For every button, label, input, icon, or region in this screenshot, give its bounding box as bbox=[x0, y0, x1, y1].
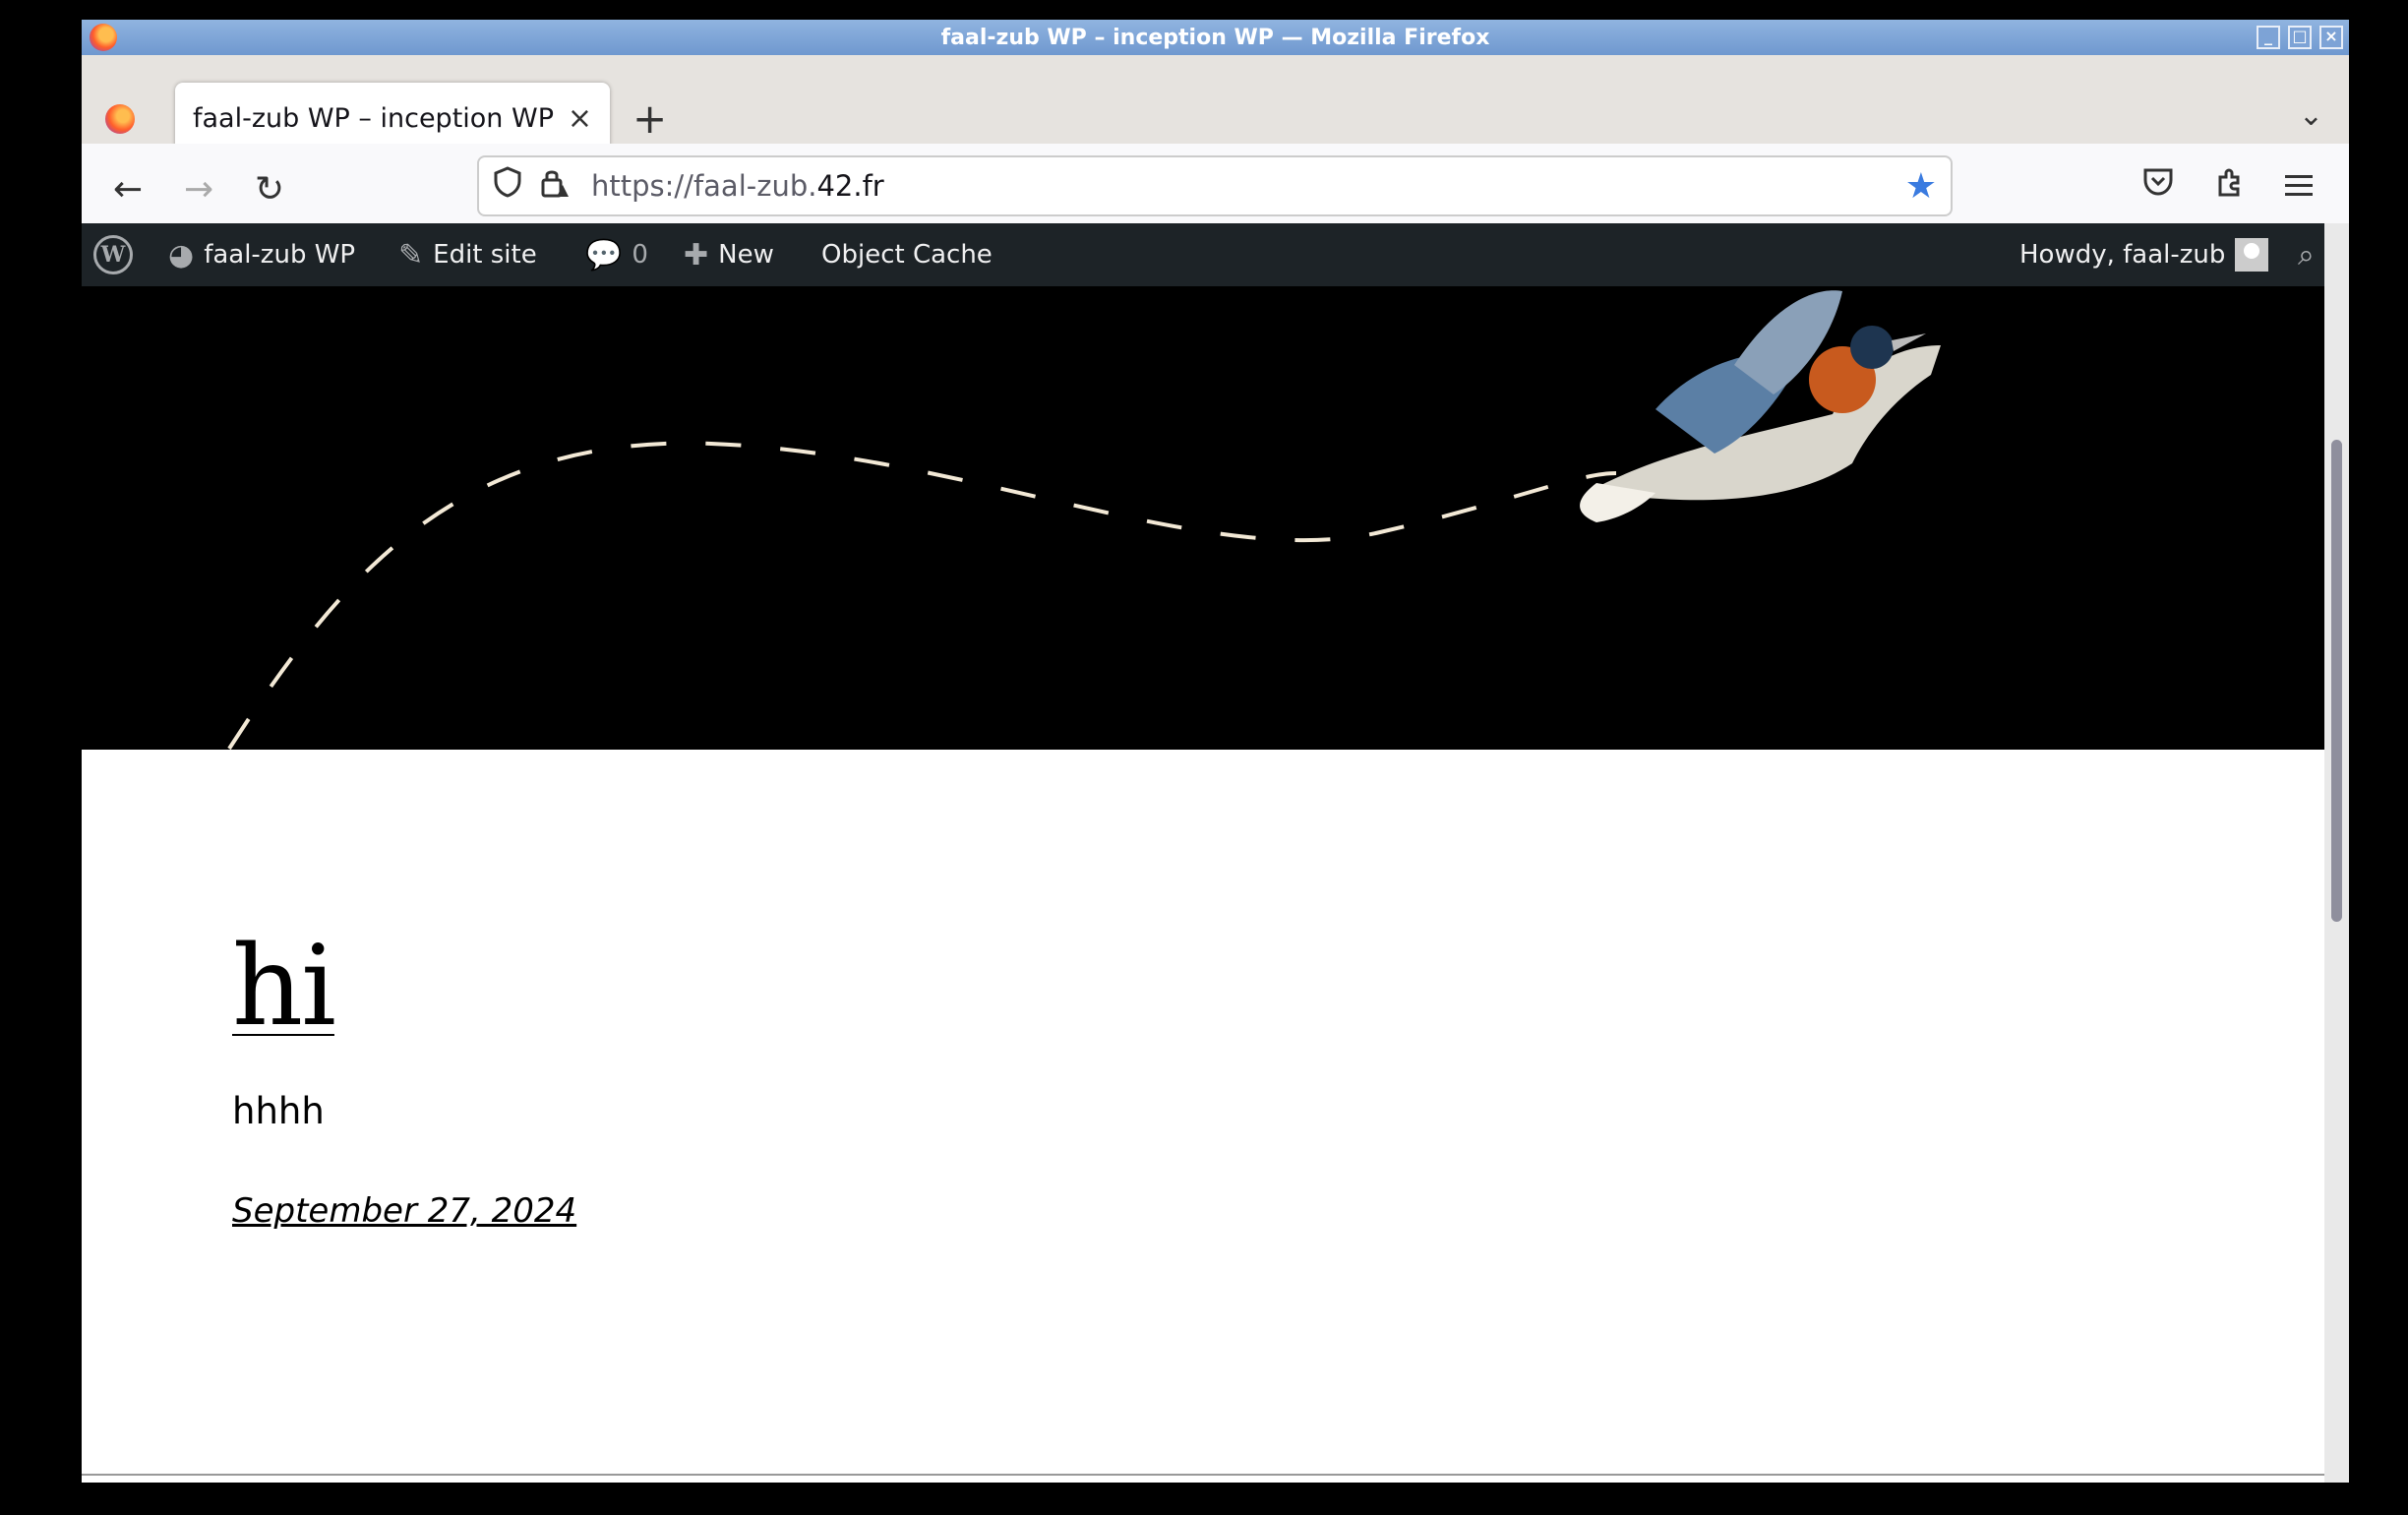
comments-link[interactable]: 💬 0 bbox=[585, 223, 648, 286]
firefox-view-icon[interactable] bbox=[105, 104, 135, 134]
status-divider bbox=[82, 1474, 2324, 1476]
page-scrollbar[interactable] bbox=[2324, 223, 2349, 1483]
minimize-button[interactable]: _ bbox=[2257, 26, 2280, 49]
site-name-menu[interactable]: ◕ faal-zub WP bbox=[168, 223, 355, 286]
window-title: faal-zub WP – inception WP — Mozilla Fir… bbox=[940, 25, 1490, 50]
comment-icon: 💬 bbox=[585, 237, 623, 273]
wp-logo-menu[interactable]: W bbox=[93, 223, 133, 286]
new-label: New bbox=[718, 240, 774, 270]
new-content-menu[interactable]: ✚ New bbox=[684, 223, 774, 286]
avatar bbox=[2235, 238, 2269, 272]
tab-close-icon[interactable]: × bbox=[568, 101, 592, 136]
new-tab-button[interactable]: + bbox=[632, 94, 667, 143]
flight-path-illustration bbox=[227, 290, 1941, 751]
lock-warning-icon[interactable] bbox=[540, 167, 570, 206]
wordpress-logo-icon: W bbox=[93, 235, 133, 274]
object-cache-menu[interactable]: Object Cache bbox=[821, 223, 993, 286]
pocket-icon[interactable] bbox=[2142, 167, 2174, 205]
post-excerpt: hhhh bbox=[232, 1090, 325, 1132]
star-icon[interactable]: ★ bbox=[1905, 166, 1937, 207]
close-window-button[interactable]: × bbox=[2319, 26, 2343, 49]
edit-site-label: Edit site bbox=[433, 240, 537, 270]
menu-icon[interactable] bbox=[2285, 167, 2313, 205]
url-prefix: https://faal-zub. bbox=[591, 169, 817, 203]
browser-window: faal-zub WP – inception WP — Mozilla Fir… bbox=[82, 20, 2349, 1483]
howdy-label: Howdy, faal-zub bbox=[2019, 240, 2226, 270]
object-cache-label: Object Cache bbox=[821, 240, 993, 270]
edit-site-link[interactable]: ✎ Edit site bbox=[398, 223, 537, 286]
post-entry: hi hhhh September 27, 2024 bbox=[232, 923, 576, 1231]
admin-search[interactable]: ⌕ bbox=[2298, 223, 2315, 286]
tab-label: faal-zub WP – inception WP bbox=[193, 102, 554, 134]
extensions-icon[interactable] bbox=[2214, 167, 2246, 207]
post-title-link[interactable]: hi bbox=[232, 923, 576, 1051]
brush-icon: ✎ bbox=[398, 237, 424, 273]
shield-icon[interactable] bbox=[493, 166, 522, 206]
firefox-logo-icon bbox=[90, 24, 117, 51]
chevron-down-icon[interactable]: ⌄ bbox=[2299, 98, 2323, 133]
search-icon: ⌕ bbox=[2298, 237, 2315, 273]
forward-button[interactable]: → bbox=[184, 169, 213, 210]
post-date-link[interactable]: September 27, 2024 bbox=[232, 1191, 576, 1231]
my-account-menu[interactable]: Howdy, faal-zub bbox=[2019, 223, 2269, 286]
plus-icon: ✚ bbox=[684, 237, 709, 273]
bird-illustration bbox=[1580, 290, 1941, 522]
wp-admin-bar: W ◕ faal-zub WP ✎ Edit site 💬 0 ✚ New Ob… bbox=[82, 223, 2324, 286]
maximize-button[interactable]: □ bbox=[2288, 26, 2312, 49]
comments-count: 0 bbox=[632, 240, 648, 270]
site-name-label: faal-zub WP bbox=[204, 240, 356, 270]
window-controls: _ □ × bbox=[2257, 26, 2343, 49]
url-bar[interactable]: https://faal-zub.42.fr ★ bbox=[477, 155, 1953, 216]
reload-button[interactable]: ↻ bbox=[255, 169, 284, 210]
site-header-image bbox=[82, 286, 2324, 751]
window-titlebar: faal-zub WP – inception WP — Mozilla Fir… bbox=[82, 20, 2349, 55]
back-button[interactable]: ← bbox=[113, 169, 143, 210]
url-text[interactable]: https://faal-zub.42.fr bbox=[591, 169, 884, 203]
scrollbar-thumb[interactable] bbox=[2331, 440, 2342, 922]
dashboard-icon: ◕ bbox=[168, 237, 195, 273]
url-domain: 42.fr bbox=[816, 169, 884, 203]
